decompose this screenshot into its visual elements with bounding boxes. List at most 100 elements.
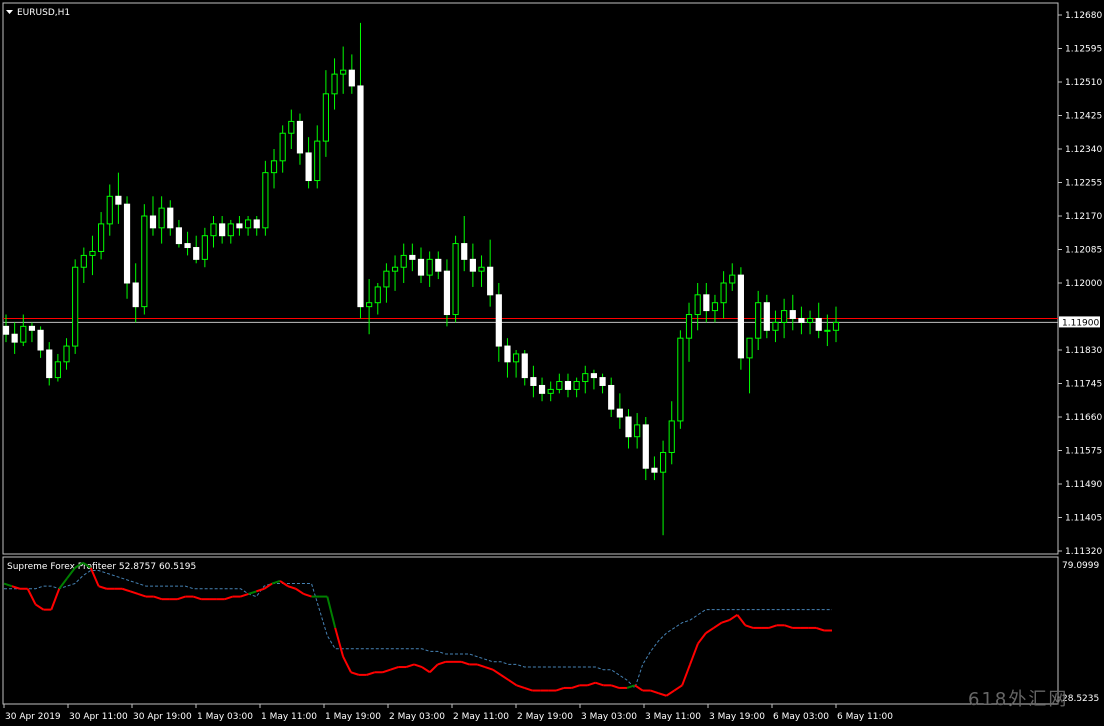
candle-body xyxy=(564,381,572,390)
time-tick-label: 3 May 19:00 xyxy=(709,712,765,722)
candle-body xyxy=(737,274,744,359)
price-tick-label: 1.12170 xyxy=(1065,212,1102,222)
candle-body xyxy=(28,325,36,331)
candle-body xyxy=(357,85,364,308)
candle-body xyxy=(348,69,355,87)
watermark: 618外汇网 xyxy=(968,689,1068,710)
candle-body xyxy=(746,337,753,359)
candle-body xyxy=(495,294,502,347)
price-tick-label: 1.11830 xyxy=(1065,346,1102,356)
candle-body xyxy=(487,266,494,296)
price-tick-label: 1.12680 xyxy=(1065,11,1102,21)
candle-body xyxy=(89,250,96,256)
chart-window[interactable]: EURUSD,H1 1.12680 1.12595 1.12510 1.12425 1.… xyxy=(0,0,1104,726)
candle-body xyxy=(149,215,157,229)
price-tick-label: 1.11745 xyxy=(1065,380,1102,390)
candle-body xyxy=(625,416,632,438)
candle-body xyxy=(806,317,814,323)
candle-body xyxy=(106,195,113,225)
candle-body xyxy=(132,282,139,308)
candle-body xyxy=(469,258,476,272)
candle-body xyxy=(236,223,243,229)
candle-body xyxy=(720,282,727,304)
price-tick-label: 1.11660 xyxy=(1065,413,1102,423)
candle-body xyxy=(677,337,684,422)
candle-body xyxy=(210,223,217,237)
candle-body xyxy=(400,254,407,268)
candle-body xyxy=(530,377,537,386)
candle-body xyxy=(141,215,148,308)
candle-body xyxy=(608,384,615,410)
candle-body xyxy=(798,317,805,323)
candle-body xyxy=(72,266,79,347)
time-tick-label: 1 May 03:00 xyxy=(197,712,253,722)
candle-body xyxy=(763,302,770,331)
candle-body xyxy=(789,310,796,319)
candle-body xyxy=(582,373,589,383)
candle-body xyxy=(556,381,563,390)
candle-body xyxy=(729,274,736,284)
candle-body xyxy=(54,361,61,379)
candle-body xyxy=(409,254,416,260)
indicator-axis-top-label: 79.0999 xyxy=(1062,561,1099,571)
candle-body xyxy=(253,219,260,229)
candle-body xyxy=(193,247,200,260)
candle-body xyxy=(296,120,304,154)
candle-body xyxy=(824,329,831,332)
candle-body xyxy=(694,294,701,316)
candle-body xyxy=(642,424,649,469)
candle-body xyxy=(685,314,693,339)
time-tick-label: 30 Apr 11:00 xyxy=(69,712,128,722)
candle-body xyxy=(383,270,390,288)
candle-body xyxy=(20,325,27,343)
price-tick-label: 1.11575 xyxy=(1065,447,1102,457)
candle-body xyxy=(521,353,528,379)
time-tick-label: 30 Apr 19:00 xyxy=(133,712,192,722)
candle-body xyxy=(426,258,433,276)
candle-body xyxy=(417,258,425,276)
candle-body xyxy=(37,329,44,351)
candle-body xyxy=(219,223,226,237)
price-tick-label: 1.12255 xyxy=(1065,179,1102,189)
candle-body xyxy=(599,377,606,386)
candle-body xyxy=(703,294,710,312)
time-tick-label: 2 May 19:00 xyxy=(517,712,573,722)
candle-body xyxy=(461,243,468,260)
candle-body xyxy=(366,302,373,308)
time-tick-label: 1 May 11:00 xyxy=(261,712,317,722)
candle-body xyxy=(340,69,347,75)
candle-body xyxy=(616,408,623,418)
price-tick-label: 1.11320 xyxy=(1065,547,1102,557)
candle-body xyxy=(659,451,667,473)
candle-body xyxy=(374,286,381,304)
candle-body xyxy=(832,321,840,331)
candle-body xyxy=(668,420,675,453)
candle-body xyxy=(443,270,451,316)
price-tick-label: 1.11490 xyxy=(1065,480,1102,490)
candle-body xyxy=(201,235,208,260)
candle-body xyxy=(651,467,658,473)
candle-body xyxy=(815,317,822,331)
candle-body xyxy=(547,388,554,394)
time-tick-label: 2 May 11:00 xyxy=(453,712,509,722)
candle-body xyxy=(573,381,580,390)
candle-body xyxy=(115,195,122,205)
candle-body xyxy=(63,345,70,363)
price-tick-label: 1.12085 xyxy=(1065,246,1102,256)
candle-body xyxy=(184,243,191,249)
candle-body xyxy=(314,140,321,182)
price-tick-label: 1.12000 xyxy=(1065,279,1102,289)
candle-body xyxy=(288,120,295,134)
candle-body xyxy=(781,310,788,323)
time-tick-label: 3 May 03:00 xyxy=(581,712,637,722)
candle-body xyxy=(270,160,278,174)
price-tick-label: 1.12340 xyxy=(1065,145,1102,155)
time-tick-label: 6 May 03:00 xyxy=(773,712,829,722)
candle-body xyxy=(435,258,442,272)
candle-body xyxy=(452,243,459,316)
time-tick-label: 1 May 19:00 xyxy=(325,712,381,722)
indicator-label: Supreme Forex Profiteer 52.8757 60.5195 xyxy=(7,562,196,572)
candle-body xyxy=(175,227,183,245)
price-tick-label: 1.12510 xyxy=(1065,78,1102,88)
candle-body xyxy=(158,207,165,229)
